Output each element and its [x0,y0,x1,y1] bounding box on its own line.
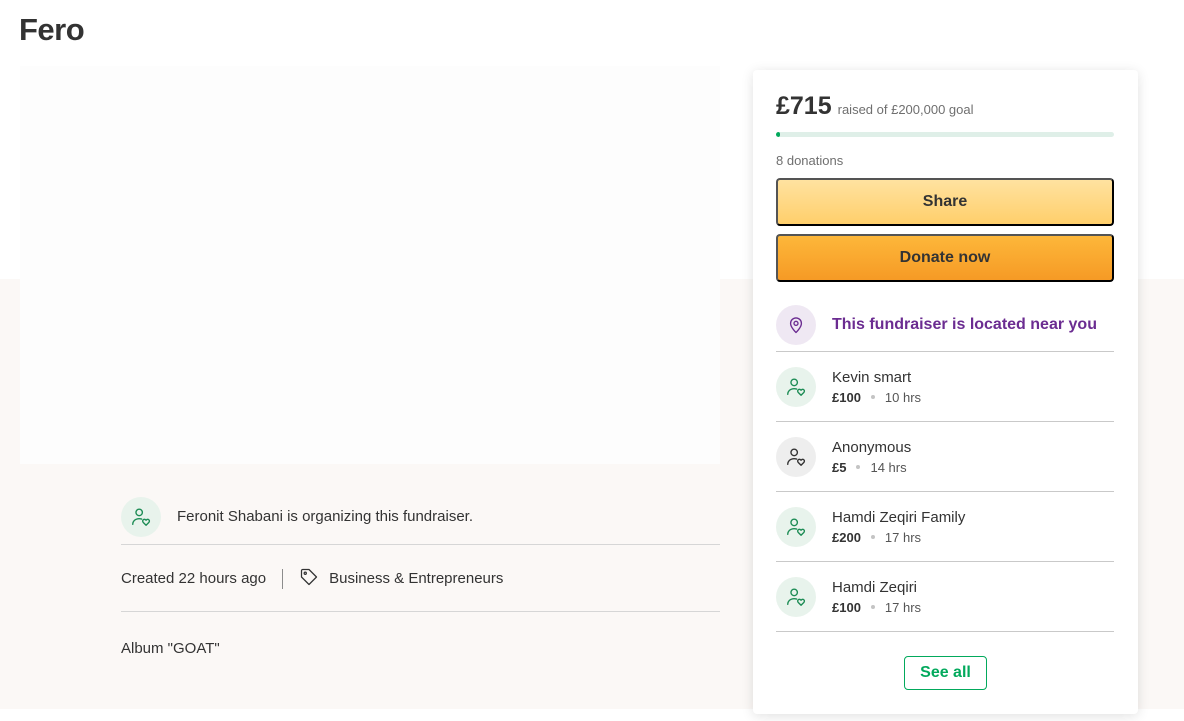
separator-dot [870,395,875,399]
separator-dot [870,535,875,539]
user-heart-icon [776,366,816,407]
donor-info: Hamdi Zeqiri Family £200 17 hrs [832,509,965,545]
donations-count: 8 donations [776,153,844,168]
donor-detail: £100 17 hrs [832,600,921,615]
page-title: Fero [19,12,85,47]
donor-info: Kevin smart £100 10 hrs [832,369,921,405]
donor-name: Hamdi Zeqiri Family [832,508,966,526]
donation-amount: £100 [832,389,861,405]
fundraiser-page: Fero Feronit Shabani is organizing this … [0,0,1184,721]
donation-amount: £100 [832,599,861,615]
location-pin-icon [776,304,816,345]
donation-card: £715 raised of £200,000 goal 8 donations… [753,70,1138,714]
category-label: Business & Entrepreneurs [329,570,504,587]
user-heart-icon [776,436,816,477]
organizer-row: Feronit Shabani is organizing this fundr… [121,489,720,545]
donation-time: 17 hrs [884,529,922,545]
raised-amount: £715 [776,92,832,120]
see-all-button[interactable]: See all [904,656,987,690]
donation-item: Kevin smart £100 10 hrs [776,352,1114,422]
donation-amount: £200 [832,529,861,545]
created-time: Created 22 hours ago [121,570,267,587]
donor-name: Hamdi Zeqiri [832,578,918,596]
donation-item: Anonymous £5 14 hrs [776,422,1114,492]
goal-text: raised of £200,000 goal [837,102,974,117]
tag-icon [299,567,329,591]
donor-info: Hamdi Zeqiri £100 17 hrs [832,579,921,615]
donor-detail: £5 14 hrs [832,460,911,475]
separator-dot [870,605,875,609]
donor-detail: £100 10 hrs [832,390,921,405]
organizer-text: Feronit Shabani is organizing this fundr… [177,508,474,525]
donor-name: Kevin smart [832,368,912,386]
donation-amount: £5 [832,459,847,475]
fundraiser-description: Album "GOAT" [121,640,220,657]
user-heart-icon [121,496,161,537]
meta-row: Created 22 hours ago Business & Entrepre… [121,546,720,612]
progress-bar [776,132,1114,137]
hero-image [20,66,720,464]
user-heart-icon [776,506,816,547]
share-button[interactable]: Share [776,178,1114,226]
donor-info: Anonymous £5 14 hrs [832,439,911,475]
donation-time: 14 hrs [870,459,907,475]
donation-item: Hamdi Zeqiri Family £200 17 hrs [776,492,1114,562]
donation-item: Hamdi Zeqiri £100 17 hrs [776,562,1114,632]
amount-row: £715 raised of £200,000 goal [776,92,974,121]
category-link[interactable]: Business & Entrepreneurs [299,567,503,591]
donate-button[interactable]: Donate now [776,234,1114,282]
meta-divider [282,568,284,589]
location-notice-label: This fundraiser is located near you [832,315,1097,333]
donation-time: 17 hrs [884,599,922,615]
user-heart-icon [776,576,816,617]
location-notice: This fundraiser is located near you [776,298,1114,352]
separator-dot [856,465,861,469]
donor-name: Anonymous [832,438,912,456]
donor-detail: £200 17 hrs [832,530,965,545]
donation-time: 10 hrs [884,389,922,405]
progress-fill [776,132,781,137]
